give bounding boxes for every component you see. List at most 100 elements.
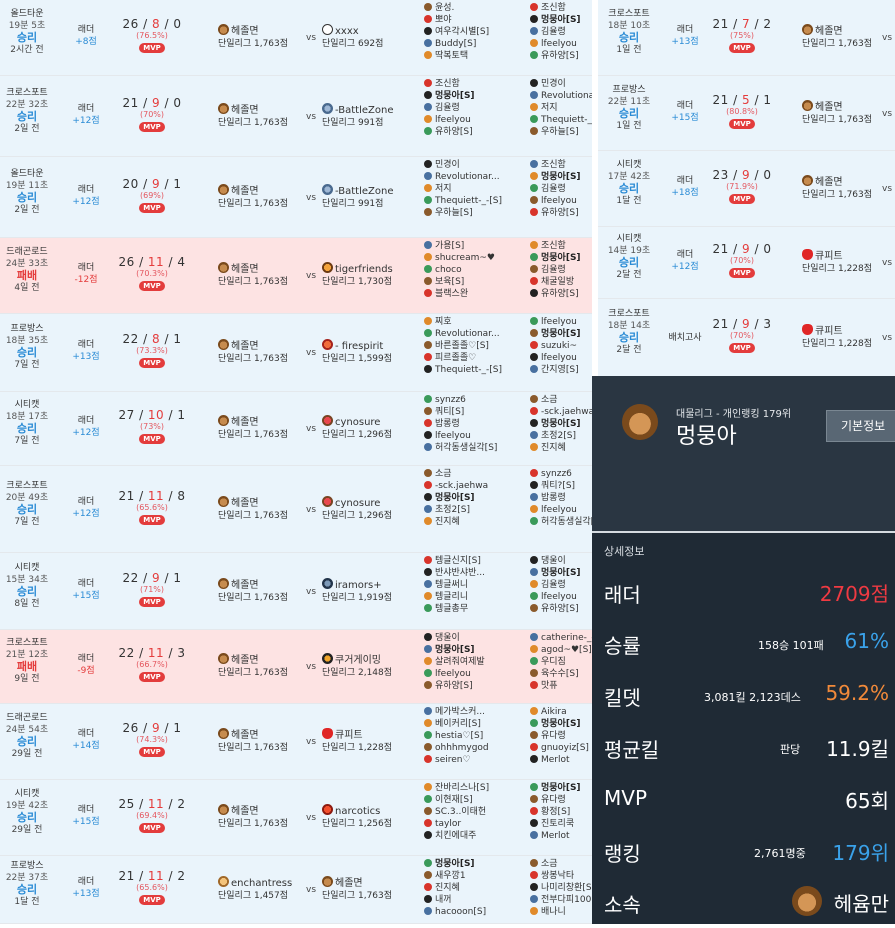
roster-name[interactable]: 유하양[S] [435, 681, 473, 691]
roster-name[interactable]: 쿼티?[S] [541, 481, 575, 491]
roster-player[interactable]: Buddy[S] [424, 38, 524, 50]
roster-player[interactable]: 초정2[S] [424, 504, 524, 516]
roster-player[interactable]: 민경이 [530, 78, 592, 90]
match-row[interactable]: 크로스포트 22분 32초 승리 2일 전 래더 +12점 21 / 9 / 0 (70%) M… [0, 76, 592, 157]
player-name[interactable]: 헤졸면 [815, 102, 843, 113]
roster-name[interactable]: Thequiett-_-[S] [541, 115, 592, 125]
roster-name[interactable]: 조신함 [541, 3, 566, 13]
roster-name[interactable]: 멍뭉아[S] [541, 329, 581, 339]
roster-player[interactable]: 유다령 [530, 794, 592, 806]
roster-player[interactable]: 김율령 [530, 26, 592, 38]
roster-name[interactable]: Merlot [541, 831, 570, 841]
roster-name[interactable]: 뽀야 [435, 15, 452, 25]
roster-player[interactable]: 쿼티?[S] [530, 480, 592, 492]
roster-name[interactable]: 베이커리[S] [435, 719, 481, 729]
roster-name[interactable]: 소금 [541, 395, 558, 405]
player-1[interactable]: 헤졸면 단일리그 1,763점 [802, 24, 882, 50]
roster-player[interactable]: lfeelyou [530, 591, 592, 603]
roster-player[interactable]: 유하양[S] [530, 288, 592, 300]
roster-player[interactable]: 멍뭉아[S] [530, 418, 592, 430]
roster-player[interactable]: 쌍봉낙타 [530, 870, 592, 882]
roster-player[interactable]: ohhhmygod [424, 742, 524, 754]
roster-player[interactable]: lfeelyou [530, 352, 592, 364]
roster-name[interactable]: 쿼티[S] [435, 407, 464, 417]
roster-player[interactable]: 초정2[S] [530, 430, 592, 442]
roster-player[interactable]: agod~♥[S] [530, 644, 592, 656]
roster-player[interactable]: -sck.jaehwa [530, 406, 592, 418]
player-name[interactable]: -BattleZone [335, 186, 393, 197]
roster-name[interactable]: 유하양[S] [435, 127, 473, 137]
roster-player[interactable]: 댕울이 [530, 555, 592, 567]
roster-player[interactable]: Merlot [530, 830, 592, 842]
roster-name[interactable]: hacooon[S] [435, 907, 486, 917]
roster-name[interactable]: Thequiett-_-[S] [435, 365, 502, 375]
match-row[interactable]: 시티캣 15분 34초 승리 8일 전 래더 +15점 22 / 9 / 1 (71%) MVP… [0, 553, 592, 630]
roster-player[interactable]: lfeelyou [424, 668, 524, 680]
roster-player[interactable]: 밥롱령 [530, 492, 592, 504]
roster-player[interactable]: 딱복토택 [424, 50, 524, 62]
roster-player[interactable]: 보육[S] [424, 276, 524, 288]
roster-name[interactable]: 우하늘[S] [541, 127, 579, 137]
roster-player[interactable]: Thequiett-_-[S] [424, 364, 524, 376]
roster-name[interactable]: 멍뭉아[S] [435, 859, 475, 869]
roster-player[interactable]: 유하양[S] [530, 50, 592, 62]
roster-player[interactable]: 유하양[S] [530, 603, 592, 615]
player-name[interactable]: tigerfriends [335, 264, 393, 275]
roster-player[interactable]: 조신함 [530, 240, 592, 252]
player-2[interactable]: - firespirit 단일리그 1,599점 [322, 339, 414, 365]
roster-name[interactable]: seiren♡ [435, 755, 471, 765]
roster-player[interactable]: 유하양[S] [530, 207, 592, 219]
roster-name[interactable]: 육수수[S] [541, 669, 579, 679]
roster-player[interactable]: 밥롱령 [424, 418, 524, 430]
roster-player[interactable]: gnuoyiz[S] [530, 742, 592, 754]
roster-name[interactable]: 진토리쿡 [541, 819, 574, 829]
roster-player[interactable]: 김율령 [424, 102, 524, 114]
player-1[interactable]: 헤졸면 단일리그 1,763점 [218, 24, 298, 50]
roster-player[interactable]: 저지 [424, 183, 524, 195]
roster-player[interactable]: shucream~♥ [424, 252, 524, 264]
roster-name[interactable]: 진지혜 [435, 517, 460, 527]
roster-name[interactable]: lfeelyou [435, 431, 471, 441]
roster-name[interactable]: 반샤반샤반... [435, 568, 485, 578]
roster-name[interactable]: 민경이 [541, 79, 566, 89]
match-row[interactable]: 시티캣 18분 17초 승리 7일 전 래더 +12점 27 / 10 / 1 (73%) MV… [0, 392, 592, 466]
roster-player[interactable]: 간지영[S] [530, 364, 592, 376]
roster-name[interactable]: 허각동생실각[S] [435, 443, 497, 453]
roster-name[interactable]: lfeelyou [541, 39, 577, 49]
roster-name[interactable]: 잔바리스나[S] [435, 783, 489, 793]
roster-player[interactable]: 허각동생실각[S] [424, 442, 524, 454]
player-1[interactable]: 헤졸면 단일리그 1,763점 [218, 728, 298, 754]
roster-name[interactable]: ohhhmygod [435, 743, 489, 753]
player-name[interactable]: -BattleZone [335, 105, 393, 116]
roster-name[interactable]: 진지혜 [435, 883, 460, 893]
roster-name[interactable]: 찌호 [435, 317, 452, 327]
player-2[interactable]: 큐피트 단일리그 1,228점 [322, 728, 414, 754]
player-1[interactable]: enchantress 단일리그 1,457점 [218, 876, 298, 902]
match-row[interactable]: 올드타운 19분 11초 승리 2일 전 래더 +12점 20 / 9 / 1 (69%) MV… [0, 157, 592, 238]
roster-player[interactable]: 잔바리스나[S] [424, 782, 524, 794]
roster-name[interactable]: SC.3..이태헌 [435, 807, 486, 817]
roster-player[interactable]: 멍뭉아[S] [530, 252, 592, 264]
roster-player[interactable]: 황정[S] [530, 806, 592, 818]
roster-name[interactable]: 멍뭉아[S] [435, 493, 475, 503]
roster-player[interactable]: 조신함 [530, 159, 592, 171]
roster-name[interactable]: 허각동생실각[S] [541, 517, 592, 527]
roster-player[interactable]: lfeelyou [530, 38, 592, 50]
roster-player[interactable]: 맛퓨 [530, 680, 592, 692]
player-name[interactable]: 큐피트 [815, 251, 843, 262]
roster-name[interactable]: 치킨에대주 [435, 831, 476, 841]
match-row[interactable]: 올드타운 19분 5초 승리 2시간 전 래더 +8점 26 / 8 / 0 (76.5%) M… [0, 0, 592, 76]
player-2[interactable]: xxxx 단일리그 692점 [322, 24, 414, 50]
roster-player[interactable]: 멍뭉아[S] [530, 14, 592, 26]
roster-name[interactable]: 멍뭉아[S] [541, 253, 581, 263]
roster-player[interactable]: 윤성. [424, 2, 524, 14]
roster-player[interactable]: 바른졸졸♡[S] [424, 340, 524, 352]
roster-name[interactable]: 저지 [435, 184, 452, 194]
roster-player[interactable]: SC.3..이태헌 [424, 806, 524, 818]
roster-name[interactable]: 딱복토택 [435, 51, 468, 61]
player-name[interactable]: 헤졸면 [231, 264, 259, 275]
roster-player[interactable]: Revolutionar... [530, 90, 592, 102]
roster-name[interactable]: 전부다피100[S] [541, 895, 592, 905]
roster-player[interactable]: lfeelyou [424, 114, 524, 126]
roster-name[interactable]: lfeelyou [541, 505, 577, 515]
